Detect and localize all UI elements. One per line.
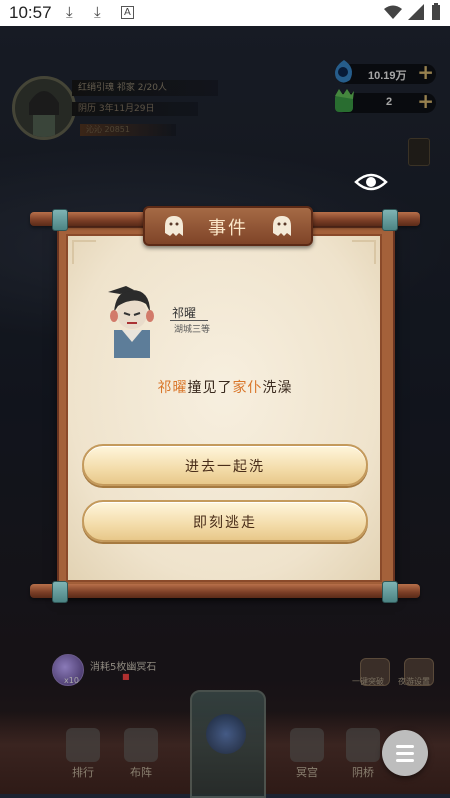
consume-text: 消耗5枚幽冥石 — [90, 662, 157, 673]
menu-icon — [396, 745, 414, 766]
bridge-icon — [346, 728, 380, 762]
center-tower-button[interactable] — [190, 690, 266, 798]
download-icon: ⤓ — [94, 3, 101, 21]
event-description: 祁曜撞见了家仆洗澡 — [0, 377, 450, 397]
choice-join-button[interactable]: 进去一起洗 — [82, 444, 368, 486]
battery-icon — [432, 3, 440, 20]
choice-flee-button[interactable]: 即刻逃走 — [82, 500, 368, 542]
npc-portrait — [108, 286, 154, 358]
npc-rank: 湖城三等 — [174, 325, 211, 335]
event-target: 家仆 — [232, 380, 263, 396]
status-time: 10:57 — [9, 3, 52, 22]
ghost-icon — [273, 216, 291, 236]
event-actor: 祁曜 — [157, 380, 188, 396]
floating-menu-button[interactable] — [382, 730, 428, 776]
event-action: 洗澡 — [262, 380, 293, 396]
npc-name: 祁曜 — [172, 306, 197, 320]
palace-icon — [290, 728, 324, 762]
consume-count: x10 — [64, 676, 79, 685]
one-key-breakthrough-label: 一键突破 — [352, 677, 384, 686]
nav-palace[interactable]: 冥宫 — [280, 724, 334, 784]
download-icon: ⤓ — [66, 3, 73, 21]
bottom-scroll-rod — [30, 581, 420, 603]
consume-warning-mark: ■ — [122, 672, 130, 681]
ranking-icon — [66, 728, 100, 762]
nav-ranking[interactable]: 排行 — [56, 724, 110, 784]
event-verb: 撞见了 — [187, 380, 233, 396]
npc-name-underline — [170, 320, 208, 321]
nav-formation[interactable]: 布阵 — [114, 724, 168, 784]
night-settings-label: 夜游设置 — [398, 677, 430, 686]
eye-icon[interactable] — [354, 170, 388, 194]
notification-a-icon: A — [121, 6, 134, 19]
wifi-icon — [384, 5, 402, 19]
dialog-title-plate: 事件 — [143, 206, 313, 246]
status-bar: 10:57 ⤓ ⤓ A — [0, 0, 450, 26]
formation-icon — [124, 728, 158, 762]
signal-icon — [408, 4, 424, 20]
consume-info: 消耗5枚幽冥石 x10 ■ — [52, 654, 192, 686]
